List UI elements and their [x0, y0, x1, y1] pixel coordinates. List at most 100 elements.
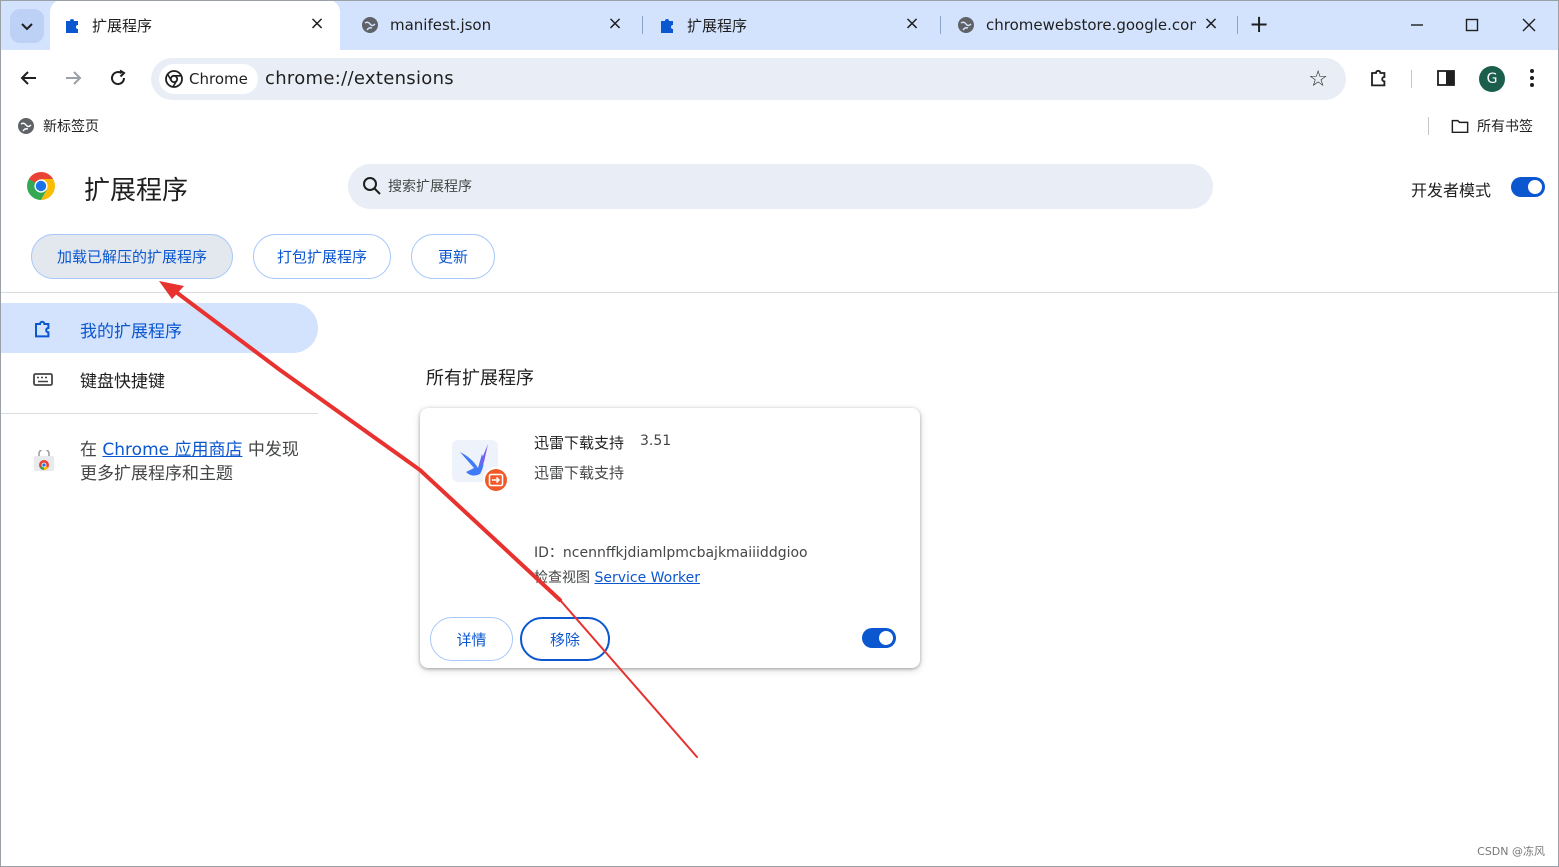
site-chip-label: Chrome [189, 70, 248, 88]
close-icon[interactable]: × [903, 15, 921, 33]
browser-toolbar: Chrome chrome://extensions ☆ [0, 50, 1559, 108]
puzzle-icon [62, 15, 82, 35]
developer-toolbar: 加载已解压的扩展程序 打包扩展程序 更新 [0, 230, 1559, 286]
extension-card: 迅雷下载支持 3.51 迅雷下载支持 ID：ncennffkjdiamlpmcb… [420, 408, 920, 668]
tab-extensions-active[interactable]: 扩展程序 × [50, 0, 340, 50]
address-bar[interactable]: Chrome chrome://extensions ☆ [151, 58, 1346, 100]
tab-separator [1237, 16, 1238, 34]
globe-icon [360, 15, 380, 35]
extensions-icon [35, 320, 50, 338]
web-store-promo: 在 Chrome 应用商店 中发现 更多扩展程序和主题 [80, 438, 299, 486]
more-vert-icon [1530, 69, 1534, 87]
sidebar-item-keyboard-shortcuts[interactable]: 键盘快捷键 [0, 353, 318, 403]
extension-version: 3.51 [640, 433, 672, 449]
toggle-knob [879, 631, 893, 645]
search-input[interactable] [388, 172, 1188, 202]
inspect-views: 检查视图 Service Worker [534, 567, 700, 587]
load-unpacked-button[interactable]: 加载已解压的扩展程序 [31, 234, 233, 279]
header-divider [0, 292, 1559, 293]
thunder-download-icon [452, 440, 509, 493]
sidebar-divider [0, 413, 318, 414]
tab-extensions[interactable]: 扩展程序 × [645, 0, 935, 50]
extension-description: 迅雷下载支持 [534, 464, 625, 482]
web-store-link[interactable]: Chrome 应用商店 [102, 440, 242, 460]
search-icon [363, 177, 381, 195]
search-extensions[interactable] [348, 164, 1213, 209]
sidebar-item-my-extensions[interactable]: 我的扩展程序 [0, 303, 318, 353]
side-panel-icon [1437, 70, 1455, 86]
extension-name: 迅雷下载支持 [534, 434, 625, 452]
side-panel-button[interactable] [1430, 62, 1462, 94]
maximize-button[interactable] [1457, 10, 1487, 40]
close-icon[interactable]: × [1202, 15, 1220, 33]
back-button[interactable] [13, 62, 45, 94]
arrow-left-icon [20, 71, 36, 85]
tab-title: 扩展程序 [687, 16, 748, 35]
bookmark-new-tab[interactable]: 新标签页 [17, 116, 99, 136]
bookmarks-bar: 新标签页 所有书签 [0, 108, 1559, 144]
maximize-icon [1465, 18, 1479, 32]
extension-id: ID：ncennffkjdiamlpmcbajkmaiiiddgioo [534, 545, 808, 561]
close-icon[interactable]: × [308, 15, 326, 33]
tab-separator [642, 16, 643, 34]
chrome-icon [165, 70, 183, 88]
reload-button[interactable] [102, 62, 134, 94]
globe-icon [956, 15, 976, 35]
close-window-button[interactable] [1514, 10, 1544, 40]
extension-enable-toggle[interactable] [862, 628, 896, 648]
toggle-knob [1528, 180, 1542, 194]
update-button[interactable]: 更新 [411, 234, 495, 279]
close-icon [1522, 18, 1536, 32]
arrow-right-icon [66, 71, 82, 85]
toolbar-divider [1411, 70, 1412, 88]
extensions-header: 扩展程序 开发者模式 [0, 150, 1559, 222]
minimize-icon [1411, 24, 1423, 26]
keyboard-icon [33, 373, 53, 386]
inspect-label: 检查视图 [534, 570, 595, 586]
section-title: 所有扩展程序 [426, 368, 534, 389]
tab-title: 扩展程序 [92, 16, 153, 35]
tab-webstore[interactable]: chromewebstore.google.com × [944, 0, 1234, 50]
tab-strip: 扩展程序 × manifest.json × 扩展程序 × chromewebs… [0, 0, 1559, 50]
new-tab-button[interactable]: + [1248, 12, 1270, 36]
dev-mode-toggle[interactable] [1511, 177, 1545, 197]
close-icon[interactable]: × [606, 15, 624, 33]
tab-title: manifest.json [390, 16, 492, 34]
avatar[interactable]: G [1479, 66, 1505, 92]
web-store-icon [34, 450, 54, 471]
globe-icon [18, 118, 34, 134]
site-chip[interactable]: Chrome [159, 64, 258, 94]
tab-separator [940, 16, 941, 34]
tab-search-button[interactable] [10, 9, 44, 43]
promo-text: 中发现 [242, 440, 299, 460]
reload-icon [111, 69, 126, 86]
forward-button[interactable] [57, 62, 89, 94]
chrome-menu-button[interactable] [1516, 62, 1548, 94]
puzzle-icon [657, 15, 677, 35]
all-bookmarks-button[interactable]: 所有书签 [1451, 116, 1533, 136]
bookmark-label: 所有书签 [1477, 119, 1533, 135]
extensions-menu-button[interactable] [1363, 62, 1395, 94]
watermark: CSDN @冻风 [1477, 845, 1545, 858]
remove-button[interactable]: 移除 [520, 617, 610, 661]
chrome-logo-icon [27, 172, 55, 200]
sidebar-item-label: 我的扩展程序 [80, 322, 182, 342]
promo-text: 更多扩展程序和主题 [80, 464, 233, 484]
chevron-down-icon [21, 23, 33, 31]
minimize-button[interactable] [1402, 10, 1432, 40]
tab-manifest[interactable]: manifest.json × [348, 0, 638, 50]
sidebar-item-label: 键盘快捷键 [80, 372, 165, 392]
url-text[interactable]: chrome://extensions [265, 68, 454, 89]
bookmark-label: 新标签页 [43, 119, 99, 135]
bookmark-star-icon[interactable]: ☆ [1308, 67, 1328, 92]
promo-text: 在 [80, 440, 103, 460]
puzzle-icon [1371, 69, 1386, 87]
dev-mode-label: 开发者模式 [1411, 181, 1492, 200]
bookmarks-divider [1428, 117, 1429, 135]
tab-title: chromewebstore.google.com [986, 16, 1196, 34]
pack-extension-button[interactable]: 打包扩展程序 [253, 234, 391, 279]
details-button[interactable]: 详情 [430, 617, 513, 661]
page-title: 扩展程序 [84, 176, 189, 206]
folder-icon [1451, 119, 1469, 134]
service-worker-link[interactable]: Service Worker [594, 570, 700, 586]
